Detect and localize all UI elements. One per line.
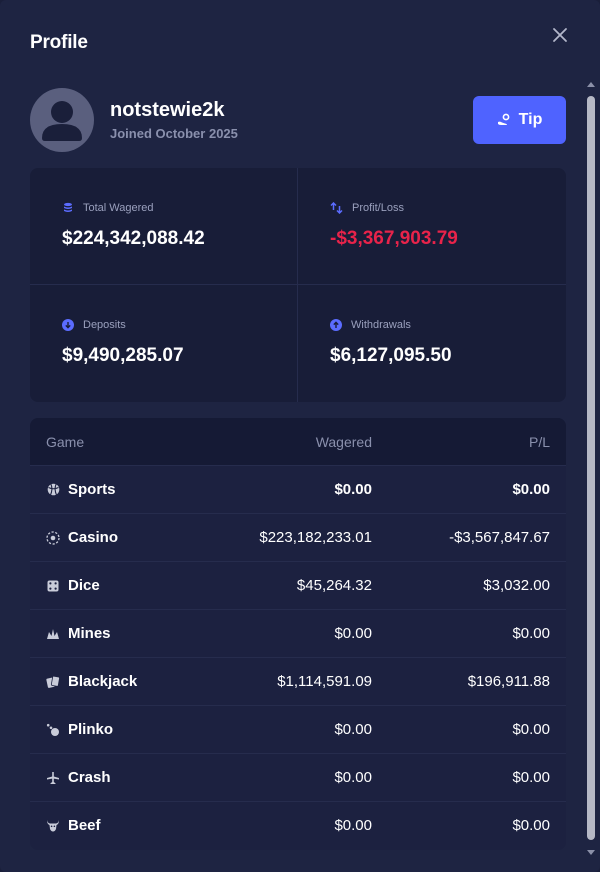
pl-value: $0.00 <box>512 625 550 642</box>
stat-label: Withdrawals <box>351 319 411 331</box>
stat-label: Total Wagered <box>83 202 154 214</box>
pl-value: $0.00 <box>512 721 550 738</box>
stat-value: $224,342,088.42 <box>62 228 205 249</box>
table-row: Sports $0.00 $0.00 <box>30 466 566 514</box>
coins-icon <box>64 202 72 212</box>
stat-value: $6,127,095.50 <box>330 345 452 366</box>
stat-label: Deposits <box>83 319 126 331</box>
table-row: Beef $0.00 $0.00 <box>30 802 566 850</box>
pl-value: -$3,567,847.67 <box>449 529 550 546</box>
scroll-down-arrow[interactable] <box>587 850 595 855</box>
table-header: Game Wagered P/L <box>30 418 566 466</box>
cards-icon <box>46 675 60 688</box>
game-name: Beef <box>68 817 101 834</box>
sports-ball-icon <box>47 483 59 496</box>
table-row: Blackjack $1,114,591.09 $196,911.88 <box>30 658 566 706</box>
stat-withdrawals: Withdrawals $6,127,095.50 <box>298 285 566 402</box>
wagered-value: $0.00 <box>334 625 372 642</box>
game-name: Plinko <box>68 721 114 738</box>
scroll-up-arrow[interactable] <box>587 82 595 87</box>
wagered-value: $1,114,591.09 <box>277 673 372 690</box>
stat-label: Profit/Loss <box>352 202 404 214</box>
bull-icon <box>47 820 59 832</box>
game-name: Blackjack <box>68 673 138 690</box>
wagered-value: $0.00 <box>334 817 372 834</box>
plane-icon <box>47 771 59 784</box>
pl-value: $0.00 <box>512 481 550 498</box>
tip-hand-icon <box>497 113 510 125</box>
pl-value: $0.00 <box>512 769 550 786</box>
stats-grid: Total Wagered $224,342,088.42 Profit/Los… <box>30 168 566 402</box>
dice-icon <box>47 580 59 591</box>
wagered-value: $223,182,233.01 <box>259 529 372 546</box>
stat-total-wagered: Total Wagered $224,342,088.42 <box>30 168 298 285</box>
modal-title: Profile <box>30 32 88 53</box>
avatar <box>30 88 94 152</box>
scroll-thumb[interactable] <box>587 96 595 840</box>
game-stats-table: Game Wagered P/L Sports $0.00 $0.00 Casi… <box>30 418 566 850</box>
wagered-value: $0.00 <box>334 481 372 498</box>
table-row: Mines $0.00 $0.00 <box>30 610 566 658</box>
stat-value: $9,490,285.07 <box>62 345 184 366</box>
stat-deposits: Deposits $9,490,285.07 <box>30 285 298 402</box>
tip-button-label: Tip <box>518 111 543 128</box>
pl-value: $0.00 <box>512 817 550 834</box>
game-name: Crash <box>68 769 111 786</box>
game-name: Dice <box>68 577 100 594</box>
table-row: Casino $223,182,233.01 -$3,567,847.67 <box>30 514 566 562</box>
pl-value: $3,032.00 <box>483 577 550 594</box>
table-row: Plinko $0.00 $0.00 <box>30 706 566 754</box>
game-name: Mines <box>68 625 111 642</box>
table-row: Dice $45,264.32 $3,032.00 <box>30 562 566 610</box>
scrollbar[interactable] <box>586 82 596 860</box>
pl-value: $196,911.88 <box>467 673 550 690</box>
wagered-value: $0.00 <box>334 721 372 738</box>
arrows-up-down-icon <box>330 202 343 214</box>
casino-chip-icon <box>46 530 60 545</box>
wagered-value: $0.00 <box>334 769 372 786</box>
header-game[interactable]: Game <box>46 434 84 450</box>
plinko-icon <box>46 723 59 736</box>
header-wagered[interactable]: Wagered <box>316 434 372 450</box>
mines-icon <box>47 628 59 639</box>
tip-button[interactable]: Tip <box>473 96 566 144</box>
stat-value: -$3,367,903.79 <box>330 228 458 249</box>
game-name: Sports <box>68 481 116 498</box>
close-icon <box>553 28 567 42</box>
game-name: Casino <box>68 529 119 546</box>
wagered-value: $45,264.32 <box>296 577 372 594</box>
stat-profit-loss: Profit/Loss -$3,367,903.79 <box>298 168 566 285</box>
table-row: Crash $0.00 $0.00 <box>30 754 566 802</box>
close-button[interactable] <box>549 24 571 46</box>
profile-modal: Profile notstewie2k Joined October 2025 … <box>0 0 600 872</box>
user-silhouette-icon <box>42 101 82 141</box>
joined-date: Joined October 2025 <box>110 126 238 141</box>
arrow-up-circle-icon <box>330 319 342 331</box>
arrow-down-circle-icon <box>62 319 74 331</box>
username: notstewie2k <box>110 99 225 121</box>
header-pl[interactable]: P/L <box>529 434 550 450</box>
